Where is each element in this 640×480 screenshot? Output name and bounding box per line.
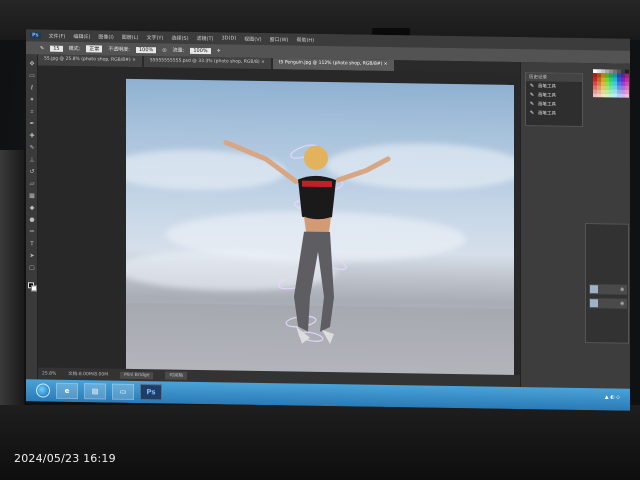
- jumping-woman-image: [223, 139, 391, 345]
- photoshop-taskbar-button[interactable]: Ps: [140, 384, 162, 401]
- brush-tool-icon[interactable]: ✎: [28, 144, 36, 151]
- menu-view[interactable]: 视图(V): [244, 35, 261, 42]
- stamp-tool-icon[interactable]: ⊥: [28, 156, 36, 163]
- laptop-base: [0, 405, 640, 480]
- flow-label: 流量:: [172, 47, 185, 54]
- flow-field[interactable]: 100%: [190, 47, 211, 54]
- brush-icon: ✎: [529, 109, 535, 116]
- system-tray[interactable]: ▲ ◐ ◇: [605, 394, 620, 400]
- menu-window[interactable]: 窗口(W): [270, 36, 289, 43]
- dodge-tool-icon[interactable]: ●: [28, 216, 36, 223]
- menu-3d[interactable]: 3D(D): [222, 35, 237, 41]
- menu-layer[interactable]: 图层(L): [122, 33, 139, 40]
- mode-select[interactable]: 正常: [86, 45, 103, 53]
- eyedropper-tool-icon[interactable]: ✒: [28, 120, 36, 127]
- history-brush-tool-icon[interactable]: ↺: [28, 168, 36, 175]
- photoshop-logo-icon: Ps: [30, 32, 41, 39]
- document-canvas[interactable]: [126, 78, 514, 379]
- folder-taskbar-icon[interactable]: ▭: [112, 383, 134, 400]
- history-row-label: 画笔工具: [538, 83, 556, 90]
- background-color-swatch[interactable]: [31, 285, 37, 292]
- type-tool-icon[interactable]: T: [28, 240, 36, 247]
- crop-tool-icon[interactable]: ⌗: [28, 108, 36, 115]
- opacity-field[interactable]: 100%: [135, 46, 157, 53]
- layer-row[interactable]: ◉: [589, 298, 627, 309]
- path-select-tool-icon[interactable]: ➤: [28, 252, 36, 259]
- opacity-label: 不透明度:: [108, 46, 130, 53]
- tab-timeline[interactable]: 时间轴: [165, 371, 187, 380]
- swatches-panel: [593, 69, 629, 100]
- brush-icon: ✎: [529, 91, 535, 98]
- shape-tool-icon[interactable]: ▢: [28, 264, 36, 271]
- screen: Ps 文件(F) 编辑(E) 图像(I) 图层(L) 文字(Y) 选择(S) 滤…: [26, 29, 630, 411]
- pressure-opacity-icon[interactable]: ◎: [162, 47, 166, 53]
- explorer-taskbar-icon[interactable]: ▤: [84, 383, 106, 400]
- photo-of-monitor: Ps 文件(F) 编辑(E) 图像(I) 图层(L) 文字(Y) 选择(S) 滤…: [0, 0, 640, 480]
- brush-size-field[interactable]: 15: [50, 45, 63, 52]
- move-tool-icon[interactable]: ✥: [28, 60, 36, 67]
- history-panel: 历史记录 ✎ 画笔工具 ✎ 画笔工具 ✎ 画笔工具 ✎ 画笔工具: [525, 72, 583, 128]
- right-panels: 历史记录 ✎ 画笔工具 ✎ 画笔工具 ✎ 画笔工具 ✎ 画笔工具 ◉ ◉: [520, 62, 630, 389]
- history-row-label: 画笔工具: [538, 101, 556, 108]
- brush-icon: ✎: [529, 100, 535, 107]
- blur-tool-icon[interactable]: ◆: [28, 204, 36, 211]
- history-row-label: 画笔工具: [538, 92, 556, 99]
- quick-select-tool-icon[interactable]: ✦: [28, 96, 36, 103]
- brush-tool-icon[interactable]: ✎: [40, 45, 44, 51]
- tools-panel: ✥ ▭ ℓ ✦ ⌗ ✒ ✚ ✎ ⊥ ↺ ▱ ▦ ◆ ● ✑ T ➤ ▢: [26, 54, 38, 380]
- eye-icon[interactable]: ◉: [620, 301, 625, 307]
- start-button[interactable]: [36, 383, 50, 398]
- menu-image[interactable]: 图像(I): [98, 33, 113, 40]
- document-size: 文档:8.00M/8.00M: [68, 371, 109, 378]
- menu-type[interactable]: 文字(Y): [146, 34, 163, 41]
- layers-panel: ◉ ◉: [585, 223, 629, 344]
- lasso-tool-icon[interactable]: ℓ: [28, 84, 36, 91]
- gradient-tool-icon[interactable]: ▦: [28, 192, 36, 199]
- menu-filter[interactable]: 滤镜(T): [197, 34, 214, 41]
- zoom-level[interactable]: 25.8%: [42, 371, 56, 376]
- brush-icon: ✎: [529, 82, 535, 89]
- tab-mini-bridge[interactable]: Mini Bridge: [120, 371, 154, 379]
- airbrush-icon[interactable]: ✈: [217, 48, 221, 54]
- layer-thumbnail: [590, 299, 598, 308]
- ie-taskbar-icon[interactable]: e: [56, 382, 78, 400]
- workspace: [38, 65, 522, 379]
- healing-tool-icon[interactable]: ✚: [28, 132, 36, 139]
- mode-label: 模式:: [68, 45, 81, 53]
- menu-file[interactable]: 文件(F): [49, 32, 66, 39]
- history-row[interactable]: ✎ 画笔工具: [526, 108, 582, 118]
- eraser-tool-icon[interactable]: ▱: [28, 180, 36, 187]
- history-row-label: 画笔工具: [538, 110, 556, 117]
- marquee-tool-icon[interactable]: ▭: [28, 72, 36, 79]
- menu-help[interactable]: 帮助(H): [296, 36, 314, 43]
- pen-tool-icon[interactable]: ✑: [28, 228, 36, 235]
- color-swatch[interactable]: [625, 93, 629, 98]
- menu-select[interactable]: 选择(S): [171, 34, 188, 41]
- layer-thumbnail: [590, 285, 598, 294]
- eye-icon[interactable]: ◉: [620, 287, 625, 293]
- figure-body: [223, 139, 391, 345]
- layer-row[interactable]: ◉: [589, 284, 627, 295]
- photo-timestamp: 2024/05/23 16:19: [14, 452, 116, 465]
- menu-edit[interactable]: 编辑(E): [73, 32, 90, 39]
